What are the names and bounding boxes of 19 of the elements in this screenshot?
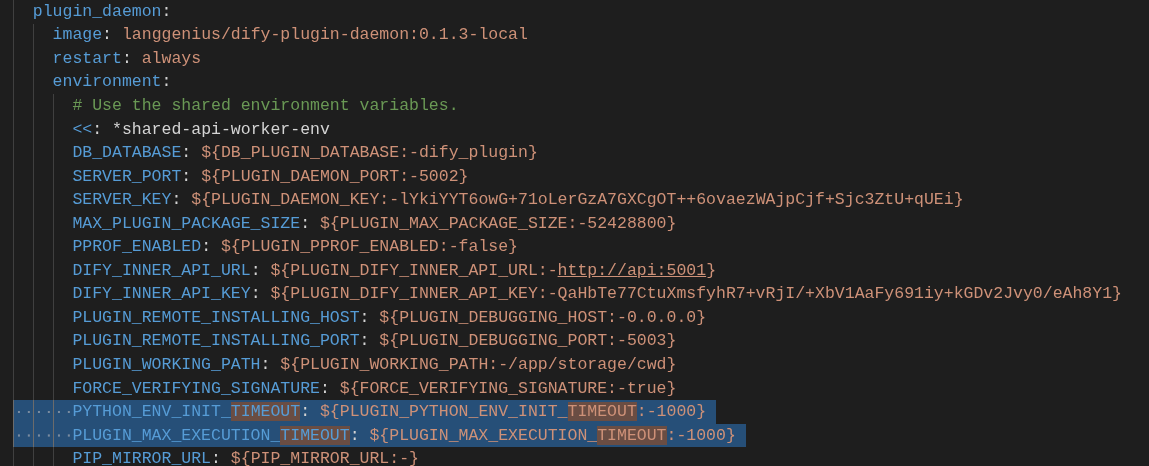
code-line: <<: *shared-api-worker-env: [72, 119, 330, 140]
code-line: DIFY_INNER_API_URL: ${PLUGIN_DIFY_INNER_API_URL:-http://api:5001}: [72, 260, 717, 281]
code-line: plugin_daemon:: [32, 1, 172, 22]
code-line: environment:: [52, 72, 172, 93]
code-line: PLUGIN_REMOTE_INSTALLING_PORT: ${PLUGIN_DEBUGGING_PORT:-5003}: [72, 331, 677, 352]
code-line: PIP_MIRROR_URL: ${PIP_MIRROR_URL:-}: [72, 449, 419, 466]
code-line: restart: always: [52, 48, 202, 69]
code-line: SERVER_PORT: ${PLUGIN_DAEMON_PORT:-5002}: [72, 166, 469, 187]
code-line: PPROF_ENABLED: ${PLUGIN_PPROF_ENABLED:-false}: [72, 237, 518, 258]
code-line: FORCE_VERIFYING_SIGNATURE: ${FORCE_VERIFYING_SIGNATURE:-true}: [72, 378, 677, 399]
code-line: SERVER_KEY: ${PLUGIN_DAEMON_KEY:-lYkiYYT6owG+71oLerGzA7GXCgOT++6ovaezWAjpCjf+Sjc3ZtU+qUEi}: [72, 190, 964, 211]
code-comment: # Use the shared environment variables.: [72, 95, 459, 116]
code-line: image: langgenius/dify-plugin-daemon:0.1.3-local: [52, 25, 528, 46]
code-line: DIFY_INNER_API_KEY: ${PLUGIN_DIFY_INNER_API_KEY:-QaHbTe77CtuXmsfyhR7+vRjI/+XbV1AaFy691iy+kGDv2Jvy0/eAh8Y1}: [72, 284, 1122, 305]
code-line: PLUGIN_WORKING_PATH: ${PLUGIN_WORKING_PATH:-/app/storage/cwd}: [72, 354, 677, 375]
code-line: MAX_PLUGIN_PACKAGE_SIZE: ${PLUGIN_MAX_PACKAGE_SIZE:-52428800}: [72, 213, 677, 234]
code-line: PLUGIN_REMOTE_INSTALLING_HOST: ${PLUGIN_DEBUGGING_HOST:-0.0.0.0}: [72, 307, 707, 328]
code-line: DB_DATABASE: ${DB_PLUGIN_DATABASE:-dify_plugin}: [72, 143, 538, 164]
code-line: PLUGIN_MAX_EXECUTION_TIMEOUT: ${PLUGIN_MAX_EXECUTION_TIMEOUT:-1000}: [72, 425, 736, 446]
